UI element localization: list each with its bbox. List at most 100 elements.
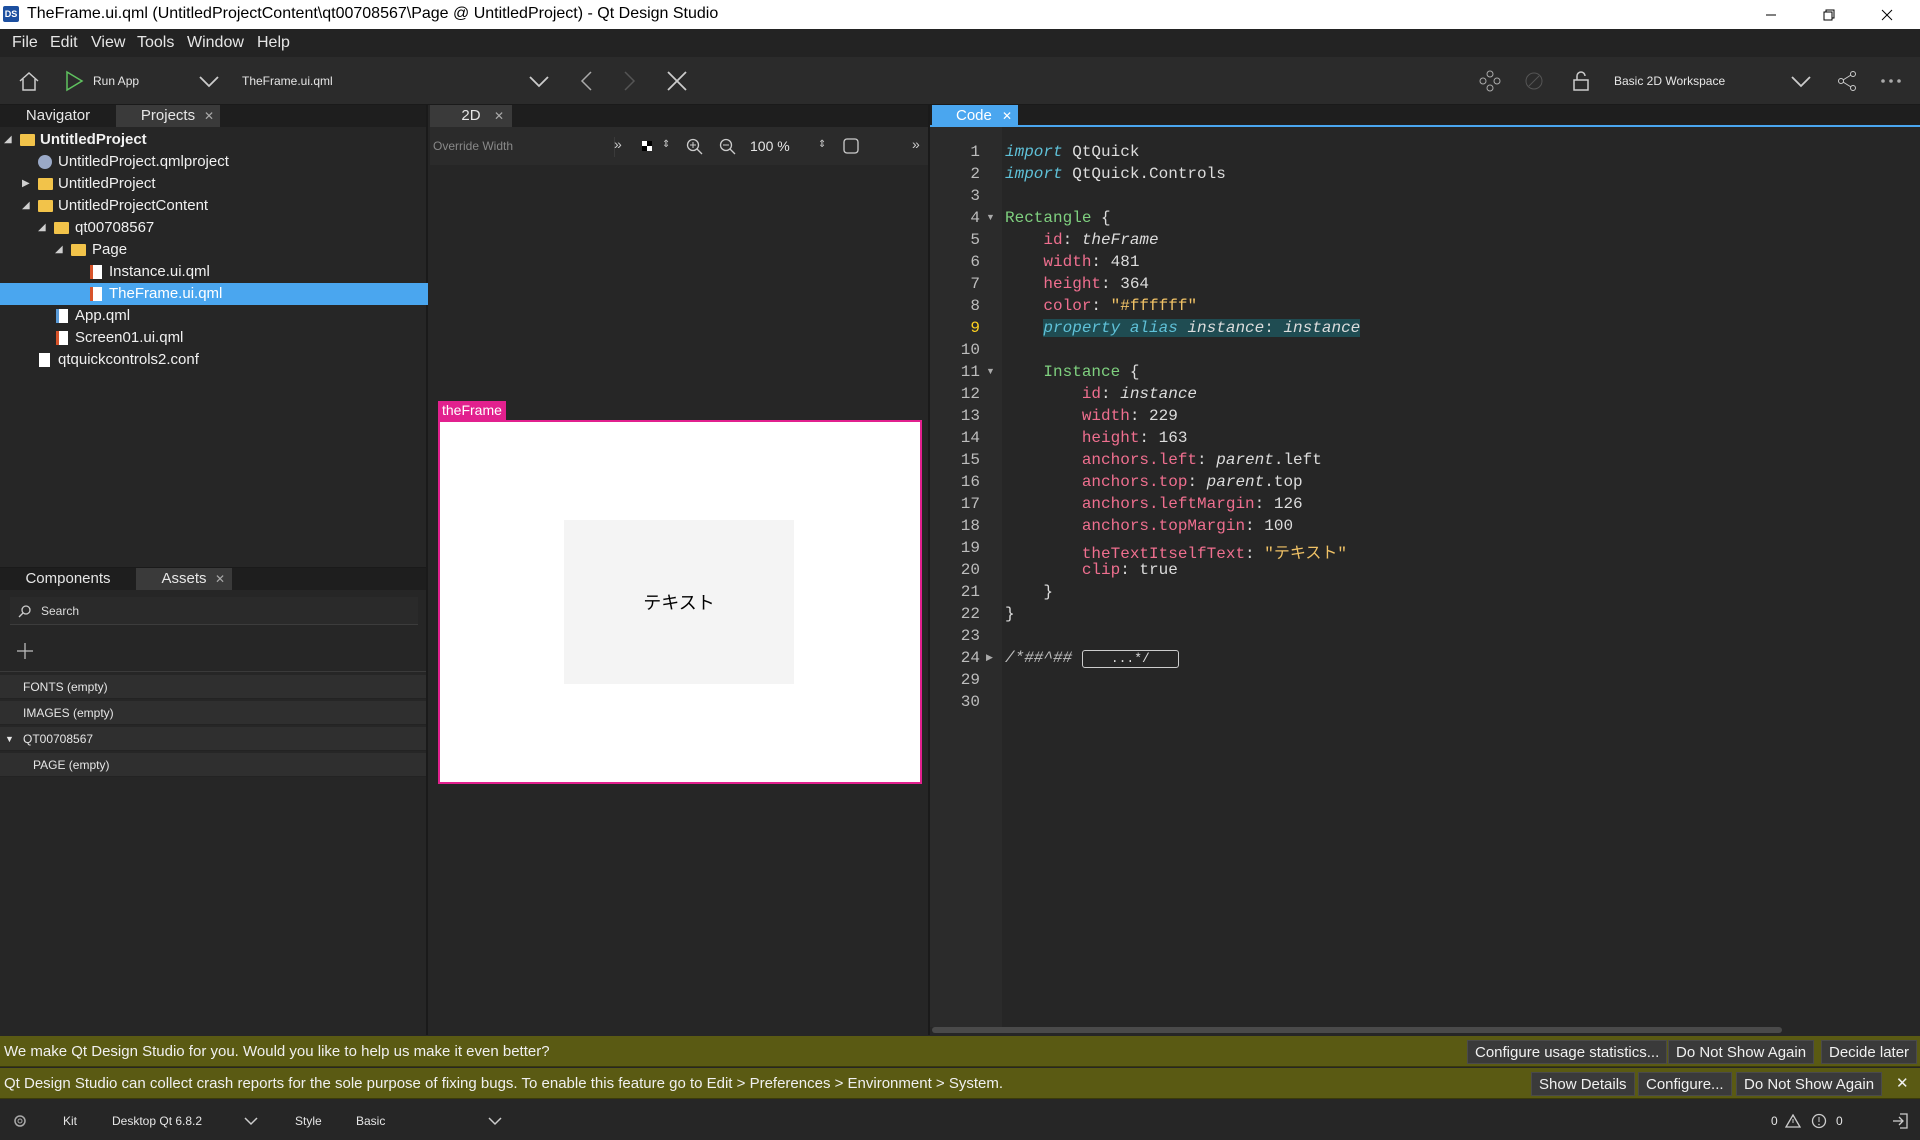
configure-button[interactable]: Configure... bbox=[1638, 1072, 1732, 1096]
code-line[interactable]: anchors.top: parent.top bbox=[1005, 473, 1303, 491]
go-back-button[interactable] bbox=[574, 69, 598, 93]
menu-help[interactable]: Help bbox=[257, 34, 290, 52]
asset-section-images[interactable]: IMAGES (empty) bbox=[0, 701, 426, 725]
fold-marker-icon[interactable]: ▼ bbox=[986, 366, 995, 376]
fit-to-view-icon[interactable] bbox=[842, 137, 860, 155]
tree-item-screen01-ui-qml[interactable]: Screen01.ui.qml bbox=[0, 327, 428, 349]
code-line[interactable]: Rectangle { bbox=[1005, 209, 1111, 227]
expand-arrow-icon[interactable]: ◢ bbox=[38, 217, 46, 239]
menu-window[interactable]: Window bbox=[187, 34, 244, 52]
run-app-button[interactable] bbox=[62, 69, 86, 93]
workspace-dropdown[interactable] bbox=[1788, 69, 1814, 93]
asset-section-fonts[interactable]: FONTS (empty) bbox=[0, 675, 426, 699]
run-options-dropdown[interactable] bbox=[196, 69, 222, 93]
expand-arrow-icon[interactable]: ◢ bbox=[22, 195, 30, 217]
frame-label[interactable]: theFrame bbox=[438, 401, 506, 420]
horizontal-scrollbar[interactable] bbox=[932, 1027, 1782, 1033]
expand-toolbar-icon[interactable]: » bbox=[912, 136, 920, 152]
code-line[interactable]: id: instance bbox=[1005, 385, 1197, 403]
warning-icon[interactable] bbox=[1785, 1114, 1801, 1128]
code-line[interactable]: height: 163 bbox=[1005, 429, 1188, 447]
code-line[interactable]: clip: true bbox=[1005, 561, 1178, 579]
tree-item-instance-ui-qml[interactable]: Instance.ui.qml bbox=[0, 261, 428, 283]
fold-marker-icon[interactable]: ▶ bbox=[986, 652, 993, 663]
close-tab-icon[interactable]: ✕ bbox=[204, 110, 214, 122]
run-app-label[interactable]: Run App bbox=[93, 74, 139, 88]
close-tab-icon[interactable]: ✕ bbox=[494, 110, 504, 122]
lock-button[interactable] bbox=[1568, 69, 1594, 93]
code-line[interactable]: import QtQuick.Controls bbox=[1005, 165, 1226, 183]
do-not-show-again-button[interactable]: Do Not Show Again bbox=[1668, 1040, 1815, 1064]
chevron-down-icon[interactable] bbox=[488, 1116, 502, 1126]
code-line[interactable]: anchors.topMargin: 100 bbox=[1005, 517, 1293, 535]
minimize-button[interactable] bbox=[1742, 0, 1800, 29]
zoom-stepper-icon[interactable]: ⇕ bbox=[818, 139, 826, 150]
zoom-level[interactable]: 100 % bbox=[750, 138, 790, 154]
zoom-in-icon[interactable] bbox=[685, 137, 703, 155]
tab-components[interactable]: Components bbox=[0, 568, 136, 590]
tree-item-qt00708567[interactable]: ◢ qt00708567 bbox=[0, 217, 428, 239]
tree-item-qmlproject[interactable]: UntitledProject.qmlproject bbox=[0, 151, 428, 173]
tree-item-theframe-ui-qml[interactable]: TheFrame.ui.qml bbox=[0, 283, 428, 305]
error-icon[interactable] bbox=[1811, 1113, 1827, 1129]
reset-button[interactable] bbox=[1521, 69, 1547, 93]
chevron-down-icon[interactable] bbox=[244, 1116, 258, 1126]
code-line[interactable]: } bbox=[1005, 583, 1053, 601]
asset-section-qt00708567[interactable]: ▼ QT00708567 bbox=[0, 727, 426, 751]
show-details-button[interactable]: Show Details bbox=[1531, 1072, 1635, 1096]
open-file-selector[interactable]: TheFrame.ui.qml bbox=[242, 74, 333, 88]
settings-gear-icon[interactable] bbox=[12, 1113, 28, 1129]
code-line[interactable]: } bbox=[1005, 605, 1015, 623]
override-width-field[interactable]: Override Width bbox=[433, 139, 513, 153]
style-selector[interactable]: Basic bbox=[356, 1114, 385, 1128]
fold-marker-icon[interactable]: ▼ bbox=[986, 212, 995, 222]
add-asset-button[interactable] bbox=[14, 640, 36, 662]
do-not-show-again-button[interactable]: Do Not Show Again bbox=[1736, 1072, 1883, 1096]
code-line[interactable]: width: 481 bbox=[1005, 253, 1139, 271]
zoom-out-icon[interactable] bbox=[718, 137, 736, 155]
expand-toolbar-icon[interactable]: » bbox=[614, 136, 622, 152]
error-count[interactable]: 0 bbox=[1836, 1114, 1843, 1128]
code-line[interactable]: color: "#ffffff" bbox=[1005, 297, 1197, 315]
tree-item-untitledproject-folder[interactable]: ▶ UntitledProject bbox=[0, 173, 428, 195]
menu-view[interactable]: View bbox=[91, 34, 125, 52]
code-line[interactable]: anchors.left: parent.left bbox=[1005, 451, 1322, 469]
tab-navigator[interactable]: Navigator bbox=[0, 105, 116, 127]
workspace-selector[interactable]: Basic 2D Workspace bbox=[1614, 74, 1725, 88]
background-color-icon[interactable] bbox=[642, 141, 652, 151]
code-line[interactable]: width: 229 bbox=[1005, 407, 1178, 425]
tree-item-untitledproject-root[interactable]: ◢ UntitledProject bbox=[0, 129, 428, 151]
expand-arrow-icon[interactable]: ▼ bbox=[5, 727, 14, 751]
go-forward-button[interactable] bbox=[618, 69, 642, 93]
menu-file[interactable]: File bbox=[12, 34, 38, 52]
kit-selector[interactable]: Desktop Qt 6.8.2 bbox=[112, 1114, 202, 1128]
tree-item-qtquickcontrols2-conf[interactable]: qtquickcontrols2.conf bbox=[0, 349, 428, 371]
more-options-button[interactable] bbox=[1878, 69, 1904, 93]
restore-button[interactable] bbox=[1800, 0, 1858, 29]
file-selector-dropdown[interactable] bbox=[526, 69, 552, 93]
home-button[interactable] bbox=[16, 69, 42, 93]
close-tab-icon[interactable]: ✕ bbox=[215, 573, 225, 585]
logout-icon[interactable] bbox=[1891, 1113, 1909, 1129]
instance-item[interactable]: テキスト bbox=[564, 520, 794, 684]
tree-item-app-qml[interactable]: App.qml bbox=[0, 305, 428, 327]
code-line[interactable]: Instance { bbox=[1005, 363, 1139, 381]
updown-icon[interactable]: ⇕ bbox=[662, 139, 670, 150]
close-window-button[interactable] bbox=[1858, 0, 1916, 29]
menu-tools[interactable]: Tools bbox=[137, 34, 174, 52]
code-line[interactable]: import QtQuick bbox=[1005, 143, 1139, 161]
warning-count[interactable]: 0 bbox=[1771, 1114, 1778, 1128]
code-line[interactable]: height: 364 bbox=[1005, 275, 1149, 293]
asset-section-page[interactable]: PAGE (empty) bbox=[0, 753, 426, 777]
share-button[interactable] bbox=[1834, 69, 1860, 93]
decide-later-button[interactable]: Decide later bbox=[1821, 1040, 1918, 1064]
collapse-arrow-icon[interactable]: ▶ bbox=[22, 173, 30, 195]
close-infobar-icon[interactable]: ✕ bbox=[1896, 1074, 1909, 1092]
configure-usage-statistics-button[interactable]: Configure usage statistics... bbox=[1467, 1040, 1668, 1064]
code-line[interactable]: anchors.leftMargin: 126 bbox=[1005, 495, 1303, 513]
tree-item-untitledprojectcontent[interactable]: ◢ UntitledProjectContent bbox=[0, 195, 428, 217]
code-line[interactable]: property alias instance: instance bbox=[1005, 319, 1361, 337]
expand-arrow-icon[interactable]: ◢ bbox=[55, 239, 63, 261]
code-line[interactable]: id: theFrame bbox=[1005, 231, 1158, 249]
code-line[interactable]: theTextItselfText: "テキスト" bbox=[1005, 539, 1347, 563]
